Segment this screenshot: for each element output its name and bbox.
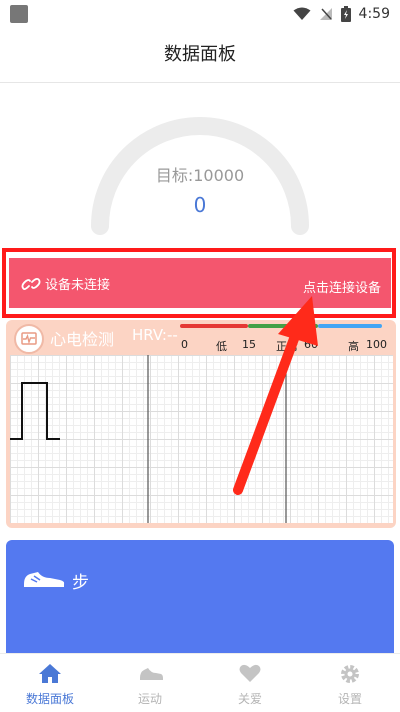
ecg-badge (14, 324, 44, 354)
heart-icon (239, 664, 261, 682)
hrv-scale-high-bar (318, 324, 382, 328)
hrv-normal-label: 正常 (276, 340, 298, 353)
steps-unit-label: 步 (72, 573, 89, 593)
ecg-waveform (10, 355, 287, 523)
connect-device-button[interactable]: 点击连接设备 (303, 277, 381, 296)
wifi-icon (293, 7, 311, 20)
no-signal-icon (319, 8, 332, 20)
hrv-low-label: 低 (216, 340, 227, 353)
connection-status-text: 设备未连接 (45, 278, 111, 293)
clock: 4:59 (358, 6, 390, 22)
header-divider (0, 82, 400, 83)
hrv-value: HRV:-- (132, 326, 178, 344)
shoe-icon (140, 668, 163, 680)
hrv-tick-60: 60 (304, 338, 318, 351)
hrv-scale-low-bar (180, 324, 248, 328)
link-icon (21, 277, 41, 291)
nav-care[interactable]: 关爱 (200, 654, 300, 712)
status-bar: 4:59 (0, 0, 400, 28)
connection-banner[interactable]: 设备未连接 点击连接设备 (9, 258, 391, 308)
gauge-step-value: 0 (193, 193, 207, 217)
nav-label: 数据面板 (25, 692, 74, 706)
battery-icon (340, 6, 351, 22)
nav-label: 设置 (337, 692, 362, 706)
ecg-chart (10, 355, 393, 523)
status-icons: 4:59 (293, 4, 390, 24)
gauge-target-label: 目标:10000 (155, 166, 245, 185)
gear-icon (341, 665, 359, 683)
hrv-scale: 0 低 15 正常 60 高 100 (180, 324, 390, 353)
notification-icon (10, 5, 28, 23)
hrv-high-label: 高 (348, 340, 359, 353)
page-title: 数据面板 (164, 44, 236, 65)
nav-label: 运动 (137, 692, 162, 706)
home-icon (39, 664, 61, 683)
bottom-nav: 数据面板 运动 关爱 设置 (0, 653, 400, 712)
nav-label: 关爱 (237, 692, 262, 706)
shoe-icon (24, 572, 65, 587)
ecg-monitor-icon (21, 332, 37, 345)
hrv-tick-15: 15 (242, 338, 256, 351)
hrv-tick-0: 0 (181, 338, 188, 351)
nav-data-panel[interactable]: 数据面板 (0, 654, 100, 712)
hrv-tick-100: 100 (366, 338, 387, 351)
hrv-scale-normal-bar (248, 324, 318, 328)
nav-settings[interactable]: 设置 (300, 654, 400, 712)
nav-sport[interactable]: 运动 (100, 654, 200, 712)
ecg-title: 心电检测 (50, 330, 115, 349)
